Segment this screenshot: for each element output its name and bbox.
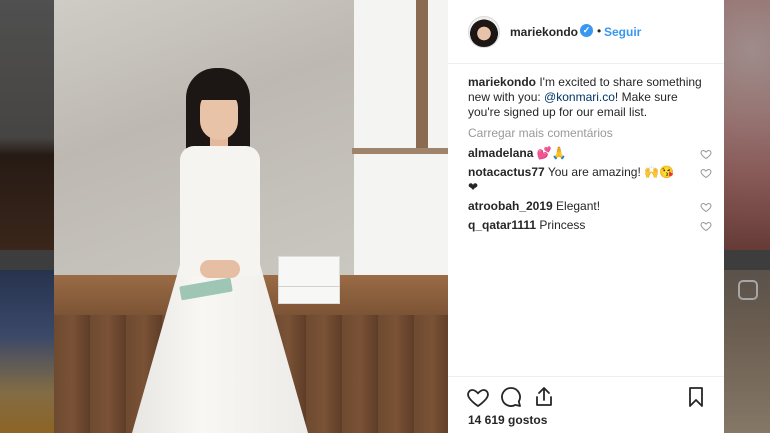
share-icon[interactable] bbox=[532, 385, 556, 409]
bookmark-icon[interactable] bbox=[684, 385, 708, 409]
photo-window bbox=[354, 0, 448, 290]
comment-item: atroobah_2019 Elegant! bbox=[468, 199, 712, 214]
comments-section: mariekondo I'm excited to share somethin… bbox=[468, 75, 712, 237]
comment-text: Elegant! bbox=[552, 199, 601, 213]
post-header: mariekondo ✓ • Seguir bbox=[448, 0, 724, 64]
caption-username[interactable]: mariekondo bbox=[468, 75, 536, 89]
post-caption: mariekondo I'm excited to share somethin… bbox=[468, 75, 708, 120]
verified-badge-icon: ✓ bbox=[580, 24, 593, 37]
comment-like-heart-icon[interactable] bbox=[700, 148, 712, 160]
comment-item: q_qatar1111 Princess bbox=[468, 218, 712, 233]
comment-item: notacactus77 You are amazing! 🙌😘❤ bbox=[468, 165, 712, 195]
comment-username[interactable]: q_qatar1111 bbox=[468, 218, 536, 232]
photo-window-sill bbox=[352, 148, 448, 154]
comment-like-heart-icon[interactable] bbox=[700, 167, 712, 179]
post-username[interactable]: mariekondo bbox=[510, 25, 578, 39]
comment-text: 💕🙏 bbox=[533, 146, 567, 160]
comment-item: almadelana 💕🙏 bbox=[468, 146, 712, 161]
comment-text: Princess bbox=[536, 218, 586, 232]
instagram-type-icon bbox=[738, 280, 758, 300]
comment-username[interactable]: notacactus77 bbox=[468, 165, 545, 179]
likes-count[interactable]: 14 619 gostos bbox=[468, 413, 547, 427]
photo-dress-top bbox=[180, 146, 260, 276]
feed-thumbnail-left-top bbox=[0, 0, 54, 250]
feed-thumbnail-right-top bbox=[724, 0, 770, 250]
photo-box-lid bbox=[278, 286, 340, 287]
post-actions-bar: 14 619 gostos bbox=[448, 376, 724, 433]
caption-mention-link[interactable]: @konmari.co bbox=[544, 90, 615, 104]
comment-username[interactable]: almadelana bbox=[468, 146, 533, 160]
photo-white-box bbox=[278, 256, 340, 304]
load-more-comments-button[interactable]: Carregar mais comentários bbox=[468, 126, 708, 141]
comment-like-heart-icon[interactable] bbox=[700, 220, 712, 232]
photo-hands bbox=[200, 260, 240, 278]
heart-icon[interactable] bbox=[466, 385, 490, 409]
post-photo[interactable] bbox=[54, 0, 448, 433]
feed-thumbnail-left-bottom bbox=[0, 270, 54, 433]
photo-window-frame bbox=[416, 0, 428, 150]
comment-bubble-icon[interactable] bbox=[499, 385, 523, 409]
comment-username[interactable]: atroobah_2019 bbox=[468, 199, 553, 213]
post-side-panel: mariekondo ✓ • Seguir mariekondo I'm exc… bbox=[448, 0, 724, 433]
follow-button[interactable]: Seguir bbox=[604, 25, 641, 39]
follow-separator: • bbox=[597, 24, 602, 38]
comment-like-heart-icon[interactable] bbox=[700, 201, 712, 213]
avatar[interactable] bbox=[468, 16, 500, 48]
